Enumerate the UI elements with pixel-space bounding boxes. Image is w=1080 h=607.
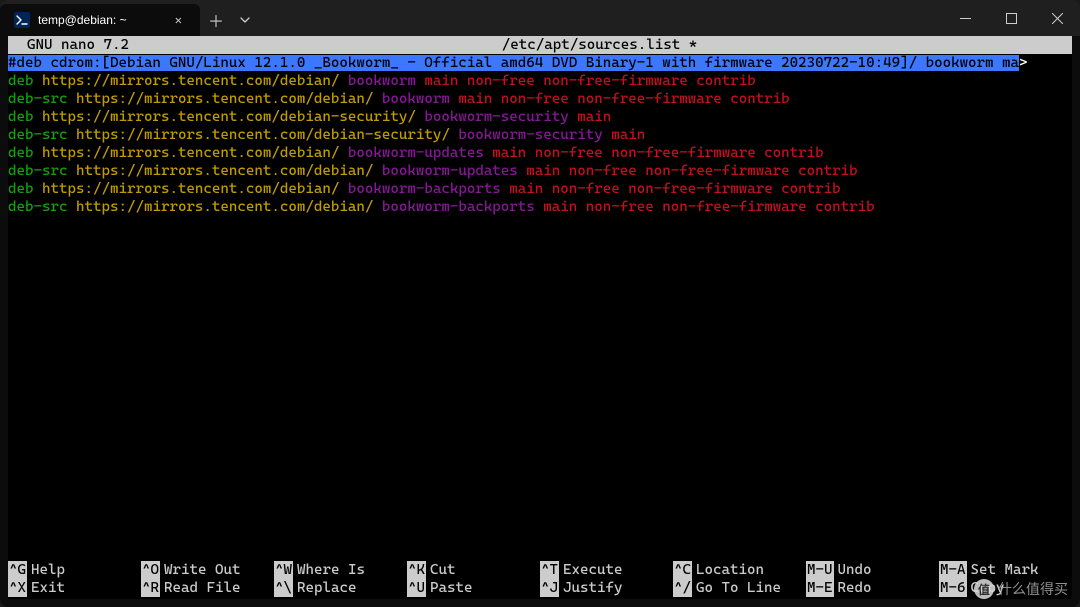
nano-shortcut: ^/Go To Line	[673, 579, 806, 597]
nano-shortcut: ^UPaste	[407, 579, 540, 597]
nano-shortcut: ^JJustify	[540, 579, 673, 597]
shortcut-label: Paste	[430, 579, 472, 597]
shortcut-key: M-A	[939, 561, 967, 579]
nano-shortcut: ^\Replace	[274, 579, 407, 597]
tab-close-button[interactable]: ✕	[169, 11, 188, 29]
shortcut-label: Copy	[971, 579, 1005, 597]
new-tab-button[interactable]: ＋	[200, 4, 232, 36]
nano-shortcut: ^XExit	[8, 579, 141, 597]
shortcut-key: M-E	[806, 579, 834, 597]
shortcut-label: Exit	[31, 579, 65, 597]
tab-active[interactable]: temp@debian: ~ ✕	[0, 4, 200, 36]
shortcut-key: ^W	[274, 561, 293, 579]
shortcut-label: Replace	[297, 579, 356, 597]
shortcut-label: Help	[31, 561, 65, 579]
shortcut-label: Cut	[430, 561, 456, 579]
nano-shortcut: M-UUndo	[806, 561, 939, 579]
tab-title: temp@debian: ~	[38, 13, 161, 27]
nano-header: GNU nano 7.2 /etc/apt/sources.list *	[8, 36, 1072, 54]
shortcut-key: ^/	[673, 579, 692, 597]
shortcut-key: ^T	[540, 561, 559, 579]
terminal-content[interactable]: GNU nano 7.2 /etc/apt/sources.list * #de…	[8, 36, 1072, 599]
editor-line: deb https://mirrors.tencent.com/debian-s…	[8, 108, 1072, 126]
shortcut-label: Undo	[838, 561, 872, 579]
editor-lines: deb https://mirrors.tencent.com/debian/ …	[8, 72, 1072, 216]
terminal-window: temp@debian: ~ ✕ ＋ GNU nano 7.2 /etc/apt…	[0, 0, 1080, 607]
shortcut-key: M-6	[939, 579, 967, 597]
nano-file-path: /etc/apt/sources.list *	[148, 36, 1051, 54]
nano-app-name: GNU nano 7.2	[8, 36, 148, 54]
shortcut-key: ^J	[540, 579, 559, 597]
shortcut-key: M-U	[806, 561, 834, 579]
tab-dropdown-button[interactable]	[232, 4, 258, 36]
minimize-button[interactable]	[942, 0, 988, 36]
close-window-button[interactable]	[1034, 0, 1080, 36]
nano-shortcut: ^WWhere Is	[274, 561, 407, 579]
powershell-icon	[14, 12, 30, 28]
shortcut-key: ^U	[407, 579, 426, 597]
shortcut-label: Redo	[838, 579, 872, 597]
nano-shortcut: M-6Copy	[939, 579, 1072, 597]
titlebar-drag-area[interactable]	[258, 0, 942, 36]
editor-line: deb https://mirrors.tencent.com/debian/ …	[8, 72, 1072, 90]
terminal-body: GNU nano 7.2 /etc/apt/sources.list * #de…	[0, 36, 1080, 607]
maximize-button[interactable]	[988, 0, 1034, 36]
shortcut-label: Read File	[164, 579, 240, 597]
editor-line-comment: #deb cdrom:[Debian GNU/Linux 12.1.0 _Boo…	[8, 54, 1072, 72]
shortcut-key: ^G	[8, 561, 27, 579]
nano-shortcut: M-ASet Mark	[939, 561, 1072, 579]
shortcut-key: ^K	[407, 561, 426, 579]
shortcut-label: Write Out	[164, 561, 240, 579]
shortcut-key: ^\	[274, 579, 293, 597]
shortcut-label: Set Mark	[971, 561, 1039, 579]
nano-shortcut: ^GHelp	[8, 561, 141, 579]
nano-shortcut: ^TExecute	[540, 561, 673, 579]
nano-shortcut: M-ERedo	[806, 579, 939, 597]
shortcut-key: ^X	[8, 579, 27, 597]
shortcut-label: Execute	[563, 561, 622, 579]
shortcut-key: ^C	[673, 561, 692, 579]
editor-line: deb-src https://mirrors.tencent.com/debi…	[8, 126, 1072, 144]
shortcut-label: Justify	[563, 579, 622, 597]
shortcut-label: Location	[696, 561, 764, 579]
shortcut-label: Go To Line	[696, 579, 781, 597]
nano-shortcut-bar: ^GHelp^OWrite Out^WWhere Is^KCut^TExecut…	[8, 561, 1072, 599]
editor-line: deb-src https://mirrors.tencent.com/debi…	[8, 90, 1072, 108]
nano-shortcut: ^RRead File	[141, 579, 274, 597]
nano-shortcut: ^OWrite Out	[141, 561, 274, 579]
shortcut-label: Where Is	[297, 561, 365, 579]
editor-line: deb-src https://mirrors.tencent.com/debi…	[8, 162, 1072, 180]
nano-shortcut: ^KCut	[407, 561, 540, 579]
editor-line: deb-src https://mirrors.tencent.com/debi…	[8, 198, 1072, 216]
shortcut-key: ^R	[141, 579, 160, 597]
nano-shortcut: ^CLocation	[673, 561, 806, 579]
titlebar: temp@debian: ~ ✕ ＋	[0, 0, 1080, 36]
editor-line: deb https://mirrors.tencent.com/debian/ …	[8, 144, 1072, 162]
shortcut-key: ^O	[141, 561, 160, 579]
editor-line: deb https://mirrors.tencent.com/debian/ …	[8, 180, 1072, 198]
